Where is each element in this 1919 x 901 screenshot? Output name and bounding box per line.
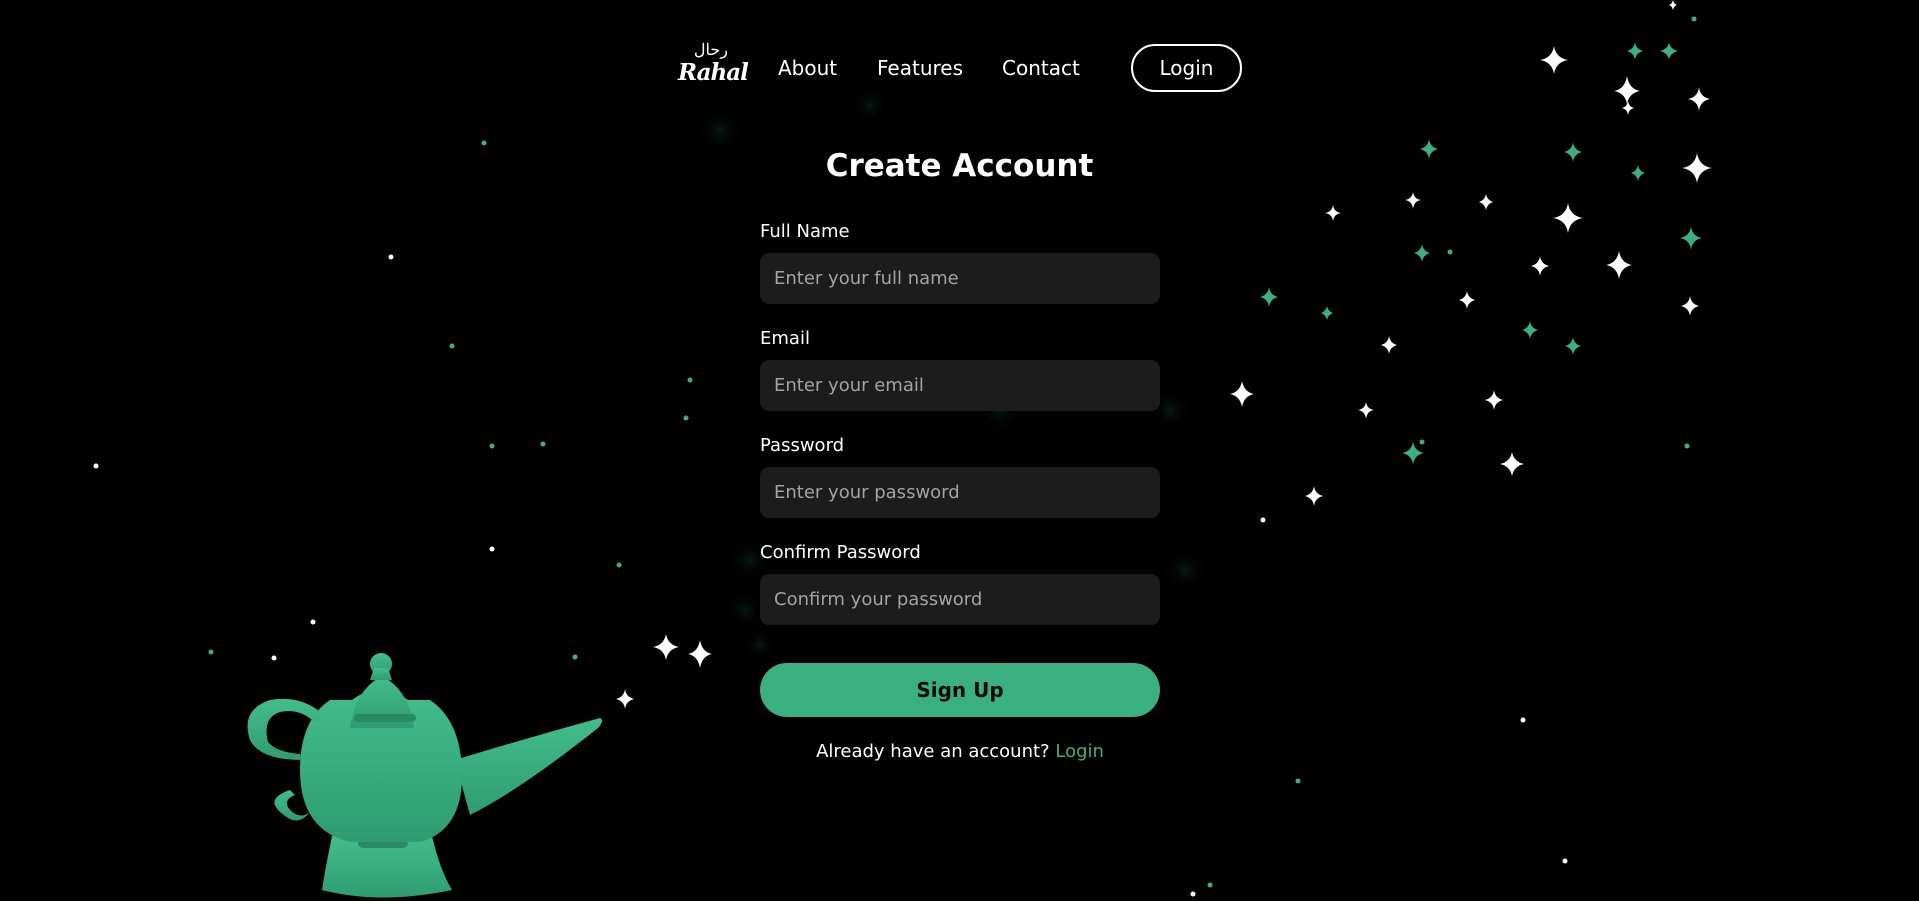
login-prompt-text: Already have an account? <box>816 741 1050 762</box>
page-title: Create Account <box>825 148 1094 184</box>
confirm-password-input[interactable] <box>760 574 1160 625</box>
magic-lamp-icon <box>247 653 603 898</box>
login-prompt: Already have an account? Login <box>760 740 1160 764</box>
top-nav: رحال Rahal About Features Contact Login <box>0 40 1919 92</box>
full-name-group: Full Name <box>760 220 1160 304</box>
confirm-password-group: Confirm Password <box>760 541 1160 625</box>
logo-latin-text: Rahal <box>678 59 749 86</box>
green-sparkles <box>1260 42 1702 465</box>
signup-page: رحال Rahal About Features Contact Login … <box>0 0 1919 901</box>
sign-up-button[interactable]: Sign Up <box>760 663 1160 717</box>
password-input[interactable] <box>760 467 1160 518</box>
email-group: Email <box>760 327 1160 411</box>
full-name-input[interactable] <box>760 253 1160 304</box>
confirm-password-label: Confirm Password <box>760 542 921 563</box>
brand-logo[interactable]: رحال Rahal <box>676 40 749 92</box>
nav-link-features[interactable]: Features <box>877 56 963 80</box>
logo-arabic-text: رحال <box>693 40 728 59</box>
email-input[interactable] <box>760 360 1160 411</box>
login-link[interactable]: Login <box>1055 741 1104 762</box>
full-name-label: Full Name <box>760 221 850 242</box>
password-group: Password <box>760 434 1160 518</box>
nav-link-about[interactable]: About <box>778 56 837 80</box>
nav-link-contact[interactable]: Contact <box>1002 56 1080 80</box>
email-label: Email <box>760 328 810 349</box>
nav-login-button[interactable]: Login <box>1131 44 1242 92</box>
password-label: Password <box>760 435 845 456</box>
